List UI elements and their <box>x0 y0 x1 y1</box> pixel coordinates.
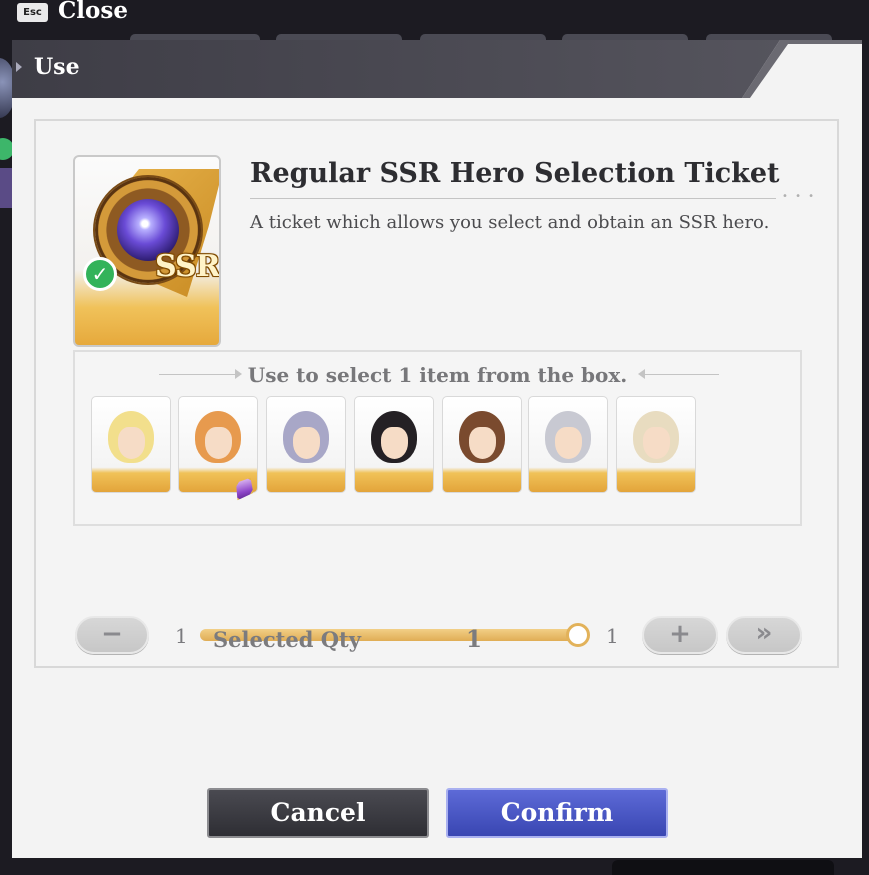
min-quantity-label: 1 <box>175 624 188 648</box>
title-divider-right <box>645 374 719 375</box>
max-quantity-button[interactable]: » <box>726 616 802 654</box>
decrease-quantity-button[interactable]: − <box>75 616 149 654</box>
hero-option[interactable] <box>91 396 171 493</box>
hero-face-icon <box>118 427 145 459</box>
hero-option[interactable] <box>616 396 696 493</box>
esc-key-icon[interactable]: Esc <box>17 3 48 22</box>
increase-quantity-button[interactable]: + <box>642 616 718 654</box>
background-bottom-bar <box>612 860 834 875</box>
item-name: Regular SSR Hero Selection Ticket <box>250 158 780 189</box>
hero-face-icon <box>293 427 320 459</box>
hero-selection-box: Use to select 1 item from the box. <box>73 350 802 526</box>
divider-dots-icon: • • • <box>782 191 817 202</box>
ssr-badge: SSR <box>155 249 220 284</box>
title-arrow-left-icon <box>638 369 645 379</box>
selected-qty-label: Selected Qty <box>213 627 361 652</box>
dialog-title: Use <box>34 54 80 80</box>
hero-option[interactable] <box>442 396 522 493</box>
hero-option[interactable] <box>178 396 258 493</box>
confirm-button[interactable]: Confirm <box>446 788 668 838</box>
use-dialog: Use SSR ✓ Regular SSR Hero Selection Tic… <box>12 40 862 858</box>
hero-face-icon <box>643 427 670 459</box>
hero-face-icon <box>469 427 496 459</box>
selection-title: Use to select 1 item from the box. <box>247 363 628 387</box>
check-icon: ✓ <box>83 257 117 291</box>
content-panel: SSR ✓ Regular SSR Hero Selection Ticket … <box>34 119 839 668</box>
name-divider <box>250 198 776 199</box>
selected-qty-value: 1 <box>466 626 483 653</box>
hero-option[interactable] <box>266 396 346 493</box>
hero-face-icon <box>555 427 582 459</box>
item-description: A ticket which allows you select and obt… <box>250 212 770 233</box>
ticket-item-card: SSR ✓ <box>73 155 221 347</box>
hero-option[interactable] <box>528 396 608 493</box>
max-quantity-label: 1 <box>606 624 619 648</box>
header-arrow-icon <box>16 62 22 72</box>
cancel-button[interactable]: Cancel <box>207 788 429 838</box>
close-button[interactable]: Close <box>58 0 128 25</box>
hero-face-icon <box>205 427 232 459</box>
hero-face-icon <box>381 427 408 459</box>
dialog-header: Use <box>12 40 862 98</box>
slider-handle[interactable] <box>566 623 590 647</box>
hero-option[interactable] <box>354 396 434 493</box>
